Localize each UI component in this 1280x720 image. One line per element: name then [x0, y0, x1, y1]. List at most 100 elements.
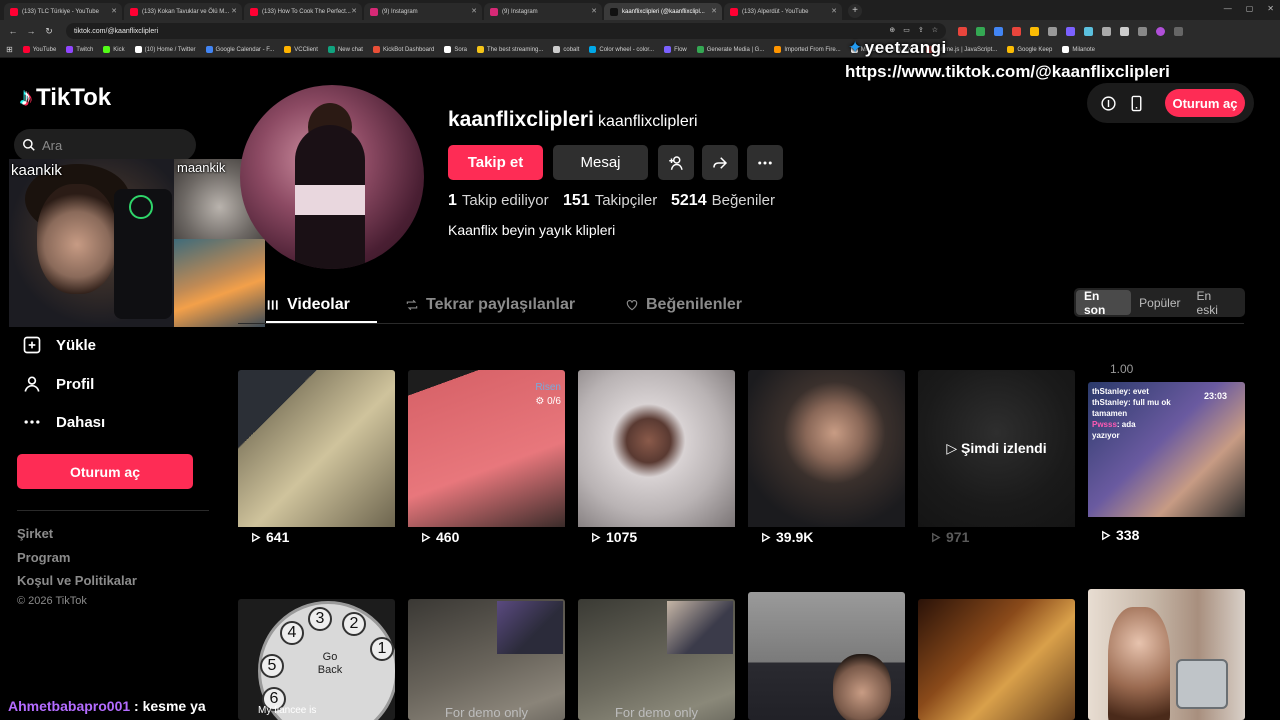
bookmark-item[interactable]: The best streaming...: [477, 46, 543, 53]
view-count-text: 971: [946, 529, 970, 545]
stat-followers[interactable]: 151 Takipçiler: [563, 192, 657, 210]
minimize-icon[interactable]: —: [1224, 4, 1232, 13]
browser-tab[interactable]: (9) Instagram ✕: [484, 3, 602, 20]
bookmark-item[interactable]: Color wheel - color...: [589, 46, 654, 53]
tab-close-icon[interactable]: ✕: [351, 7, 357, 15]
nav-item-profile[interactable]: Profil: [22, 374, 94, 394]
tab-close-icon[interactable]: ✕: [471, 7, 477, 15]
bookmark-item[interactable]: Flow: [664, 46, 687, 53]
search-input[interactable]: Ara: [14, 129, 196, 161]
sort-latest[interactable]: En son: [1076, 289, 1132, 317]
share-button[interactable]: [702, 145, 738, 180]
menu-icon[interactable]: [1174, 26, 1183, 36]
video-card[interactable]: thStanley: evet thStanley: full mu ok ta…: [1088, 382, 1245, 550]
extension-icon[interactable]: [1102, 26, 1111, 36]
maximize-icon[interactable]: ▢: [1246, 4, 1254, 13]
sort-popular[interactable]: Popüler: [1131, 290, 1188, 315]
suggest-accounts-button[interactable]: [658, 145, 694, 180]
tab-close-icon[interactable]: ✕: [711, 7, 717, 15]
tab-videos[interactable]: Videolar: [266, 296, 350, 314]
footer-link-program[interactable]: Program: [17, 550, 70, 565]
extension-icon[interactable]: [1048, 26, 1057, 36]
tab-reposts[interactable]: Tekrar paylaşılanlar: [405, 296, 575, 314]
bookmark-item[interactable]: Generate Media | G...: [696, 46, 764, 53]
login-button[interactable]: Oturum aç: [17, 454, 193, 489]
video-card[interactable]: For demo only: [578, 599, 735, 720]
sort-oldest[interactable]: En eski: [1189, 289, 1243, 317]
phone-icon: [1131, 95, 1141, 111]
bookmark-item[interactable]: Google Keep: [1007, 46, 1052, 53]
new-tab-button[interactable]: +: [848, 4, 862, 18]
nav-item-upload[interactable]: Yükle: [22, 335, 96, 355]
profile-avatar-icon[interactable]: [1156, 26, 1165, 36]
extension-icon[interactable]: [1120, 26, 1129, 36]
browser-tab[interactable]: (133) How To Cook The Perfect... ✕: [244, 3, 362, 20]
bookmark-item[interactable]: Google Calendar - F...: [205, 46, 274, 53]
browser-tab[interactable]: (133) TLC Türkiye - YouTube ✕: [4, 3, 122, 20]
tab-favicon-icon: [130, 7, 138, 16]
footer-link-terms[interactable]: Koşul ve Politikalar: [17, 573, 137, 588]
address-bar[interactable]: tiktok.com/@kaanflixclipleri ⊕ ▭ ⇪ ☆: [66, 23, 946, 39]
share-icon[interactable]: ⇪: [918, 26, 924, 34]
get-app-button[interactable]: [1125, 92, 1147, 114]
extension-icon[interactable]: [1066, 26, 1075, 36]
stat-following[interactable]: 1 Takip ediliyor: [448, 192, 549, 210]
browser-tab[interactable]: (9) Instagram ✕: [364, 3, 482, 20]
coin-button[interactable]: [1097, 92, 1119, 114]
tab-close-icon[interactable]: ✕: [111, 7, 117, 15]
video-thumbnail: [918, 599, 1075, 720]
chat-line: : full mu ok: [1128, 398, 1171, 407]
video-card[interactable]: [918, 599, 1075, 720]
bookmark-item[interactable]: Twitch: [66, 46, 93, 53]
extension-icon[interactable]: [976, 26, 985, 36]
browser-tab[interactable]: kaanflixclipleri (@kaanflixclipl... ✕: [604, 3, 722, 20]
star-icon[interactable]: ☆: [932, 26, 938, 34]
bookmark-item[interactable]: Kick: [103, 46, 125, 53]
bookmark-item[interactable]: Sora: [444, 46, 467, 53]
video-card-watched[interactable]: ▷ Şimdi izlendi 971: [918, 370, 1075, 550]
footer-link-company[interactable]: Şirket: [17, 526, 53, 541]
video-card[interactable]: 39.9K: [748, 370, 905, 550]
extension-icon[interactable]: [1084, 26, 1093, 36]
close-window-icon[interactable]: ✕: [1267, 4, 1274, 13]
bookmark-item[interactable]: cobalt: [553, 46, 579, 53]
video-card[interactable]: [748, 592, 905, 720]
tab-close-icon[interactable]: ✕: [591, 7, 597, 15]
tiktok-logo[interactable]: ♪ TikTok: [20, 84, 111, 112]
browser-tab[interactable]: (133) Kokan Tavuklar ve Ölü M... ✕: [124, 3, 242, 20]
bookmark-item[interactable]: Imported From Fire...: [774, 46, 841, 53]
download-icon[interactable]: [1138, 26, 1147, 36]
top-login-button[interactable]: Oturum aç: [1165, 89, 1245, 117]
bookmark-item[interactable]: (10) Home / Twitter: [134, 46, 196, 53]
follow-button[interactable]: Takip et: [448, 145, 543, 180]
cast-icon[interactable]: ▭: [903, 26, 910, 34]
tab-close-icon[interactable]: ✕: [831, 7, 837, 15]
tab-close-icon[interactable]: ✕: [231, 7, 237, 15]
zoom-icon[interactable]: ⊕: [889, 26, 895, 34]
browser-tab[interactable]: (133) Alperdüt - YouTube ✕: [724, 3, 842, 20]
bookmark-item[interactable]: YouTube: [22, 46, 56, 53]
apps-icon[interactable]: ⊞: [6, 45, 13, 54]
video-card[interactable]: 1075: [578, 370, 735, 550]
reload-icon[interactable]: ↻: [42, 26, 56, 37]
extension-icon[interactable]: [1030, 26, 1039, 36]
back-icon[interactable]: ←: [6, 26, 20, 36]
bookmark-item[interactable]: Milanote: [1062, 46, 1095, 53]
tab-liked[interactable]: Beğenilenler: [625, 296, 742, 314]
extension-icon[interactable]: [1012, 26, 1021, 36]
video-card[interactable]: For demo only: [408, 599, 565, 720]
bookmark-item[interactable]: VCClient: [284, 46, 318, 53]
nav-item-more[interactable]: Dahası: [22, 412, 105, 432]
video-card[interactable]: Risen ⚙ 0/6 460: [408, 370, 565, 550]
video-card[interactable]: [1088, 589, 1245, 720]
video-card[interactable]: 4 3 2 5 1 6 Go Back My fiancee is: [238, 599, 395, 720]
video-card[interactable]: 641: [238, 370, 395, 550]
extension-icon[interactable]: [958, 26, 967, 36]
extension-icon[interactable]: [994, 26, 1003, 36]
bookmark-item[interactable]: KickBot Dashboard: [372, 46, 434, 53]
message-button[interactable]: Mesaj: [553, 145, 648, 180]
forward-icon[interactable]: →: [24, 26, 38, 36]
more-options-button[interactable]: [747, 145, 783, 180]
bookmark-item[interactable]: New chat: [327, 46, 363, 53]
bookmark-favicon-icon: [205, 46, 213, 53]
